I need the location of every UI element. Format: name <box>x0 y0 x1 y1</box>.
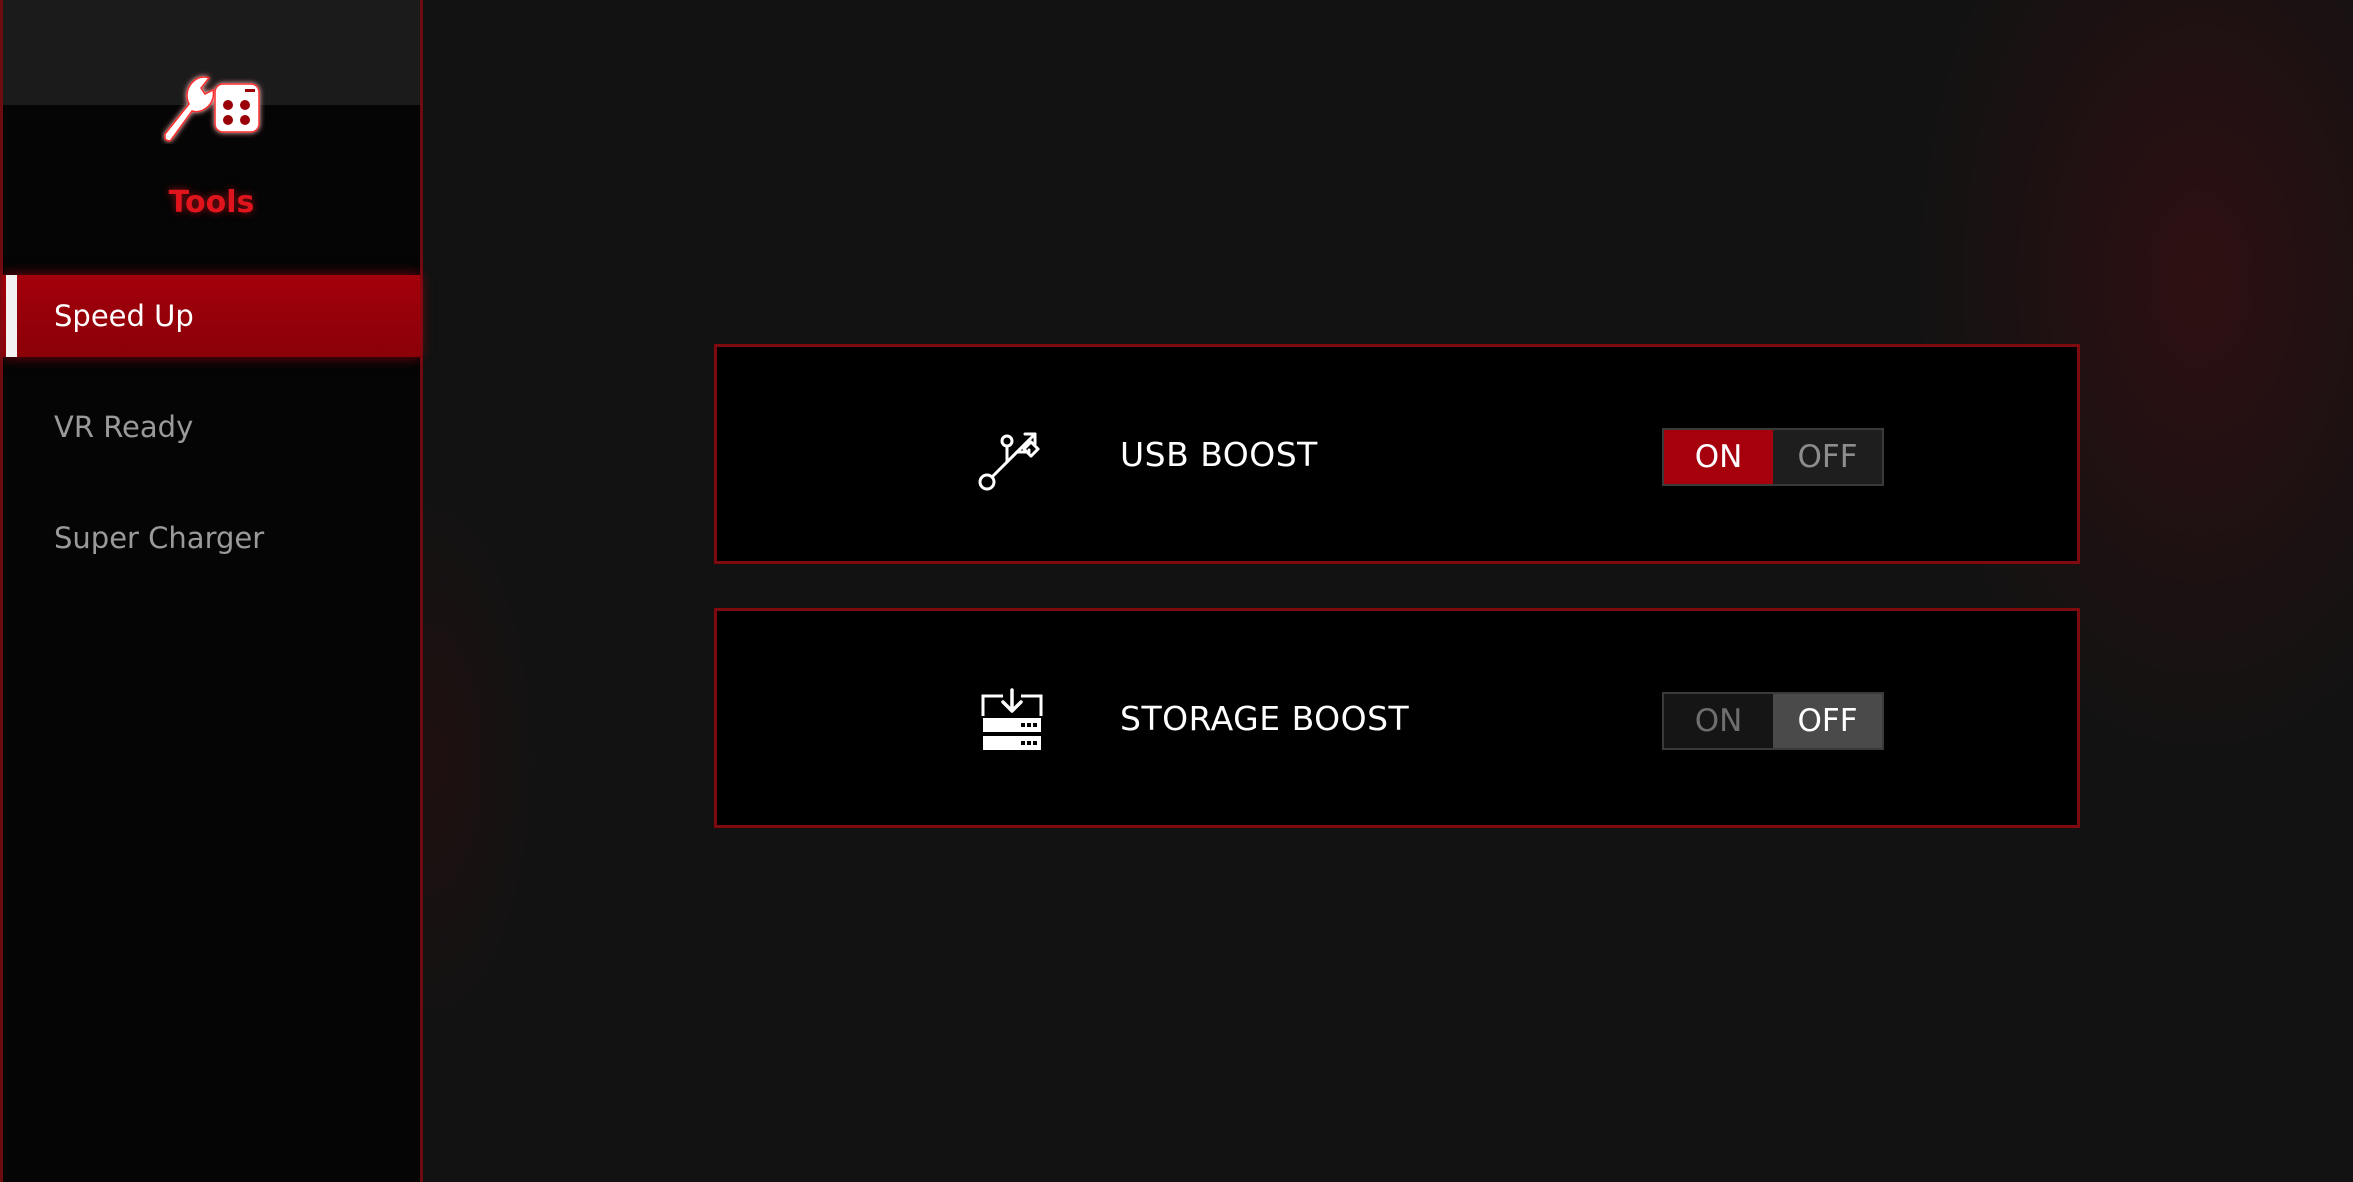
sidebar-item-vr-ready[interactable]: VR Ready <box>3 386 420 468</box>
sidebar-item-label: Speed Up <box>54 299 194 333</box>
tools-wrench-icon <box>164 76 260 142</box>
usb-boost-card: USB BOOST ON OFF <box>714 344 2080 564</box>
storage-boost-on-button[interactable]: ON <box>1664 694 1773 748</box>
sidebar-item-super-charger[interactable]: Super Charger <box>3 497 420 579</box>
usb-boost-off-button[interactable]: OFF <box>1773 430 1882 484</box>
storage-boost-toggle[interactable]: ON OFF <box>1662 692 1884 750</box>
sidebar-item-label: VR Ready <box>54 410 194 444</box>
app-window: Tools Speed Up VR Ready Super Charger US… <box>0 0 2353 1182</box>
usb-boost-label: USB BOOST <box>1120 434 1318 474</box>
sidebar-nav: Speed Up VR Ready Super Charger <box>3 275 420 608</box>
storage-drive-icon <box>981 688 1043 750</box>
sidebar: Tools Speed Up VR Ready Super Charger <box>0 0 423 1182</box>
usb-boost-on-button[interactable]: ON <box>1664 430 1773 484</box>
storage-boost-card: STORAGE BOOST ON OFF <box>714 608 2080 828</box>
sidebar-title: Tools <box>168 185 255 220</box>
sidebar-item-speed-up[interactable]: Speed Up <box>3 275 420 357</box>
sidebar-item-label: Super Charger <box>54 521 265 555</box>
storage-boost-off-button[interactable]: OFF <box>1773 694 1882 748</box>
storage-boost-label: STORAGE BOOST <box>1120 698 1410 738</box>
usb-icon <box>978 432 1040 491</box>
usb-boost-toggle[interactable]: ON OFF <box>1662 428 1884 486</box>
